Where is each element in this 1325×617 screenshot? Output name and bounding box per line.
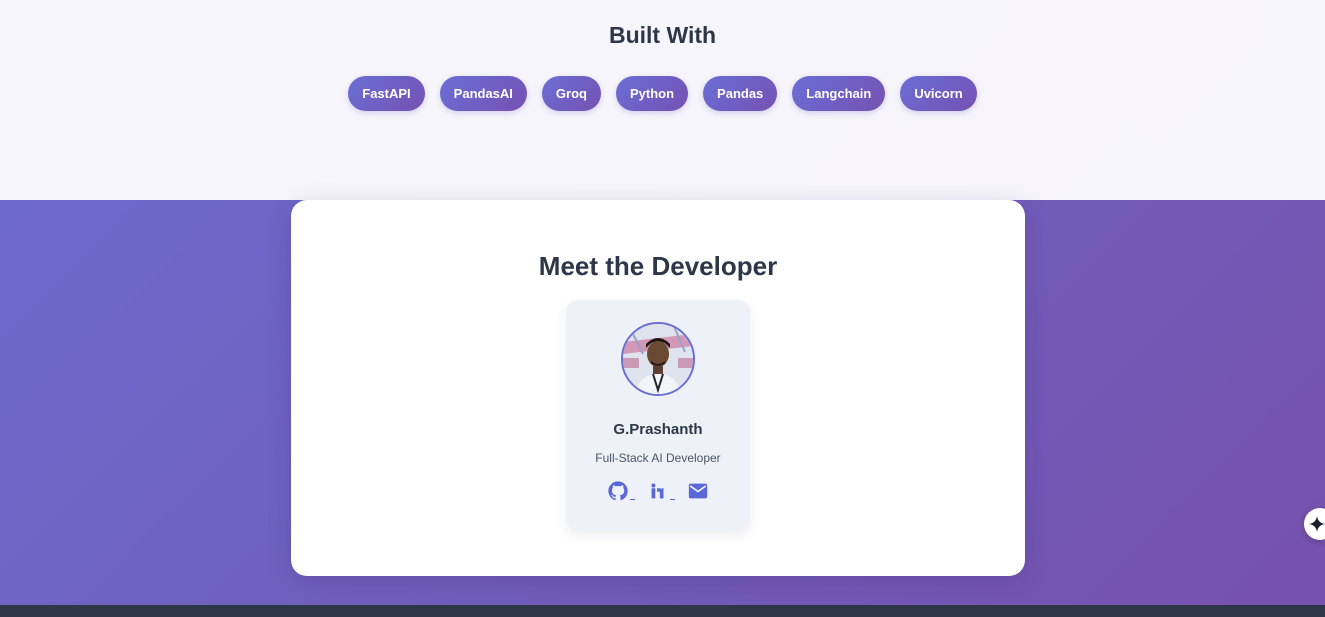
developer-profile-card: G.Prashanth Full-Stack AI Developer [566, 300, 750, 531]
built-with-section: Built With FastAPI PandasAI Groq Python … [0, 0, 1325, 200]
linkedin-icon [651, 483, 664, 499]
avatar [621, 322, 695, 396]
tech-badge-fastapi: FastAPI [348, 76, 425, 111]
email-icon [688, 483, 708, 499]
tech-badge-pandas: Pandas [703, 76, 778, 111]
social-links [566, 480, 750, 502]
footer [0, 605, 1325, 617]
tech-badge-langchain: Langchain [792, 76, 886, 111]
email-link[interactable] [687, 480, 709, 502]
tech-badge-groq: Groq [541, 76, 601, 111]
tech-badge-uvicorn: Uvicorn [900, 76, 977, 111]
linkedin-link[interactable] [647, 480, 675, 502]
developer-section-title: Meet the Developer [538, 251, 778, 281]
built-with-title: Built With [608, 22, 717, 48]
tech-badge-python: Python [615, 76, 689, 111]
github-link[interactable] [607, 480, 635, 502]
developer-name: G.Prashanth [613, 421, 703, 438]
github-icon [608, 481, 628, 501]
developer-card: Meet the Developer G.Prashanth Full-Stac… [291, 200, 1025, 576]
sparkle-icon [1309, 516, 1325, 532]
link-underline [670, 499, 675, 500]
developer-role: Full-Stack AI Developer [595, 451, 721, 465]
link-underline [630, 499, 635, 500]
developer-photo [623, 324, 693, 394]
page: Built With FastAPI PandasAI Groq Python … [0, 0, 1325, 617]
tech-badge-pandasai: PandasAI [439, 76, 527, 111]
tech-stack-list: FastAPI PandasAI Groq Python Pandas Lang… [0, 76, 1325, 111]
